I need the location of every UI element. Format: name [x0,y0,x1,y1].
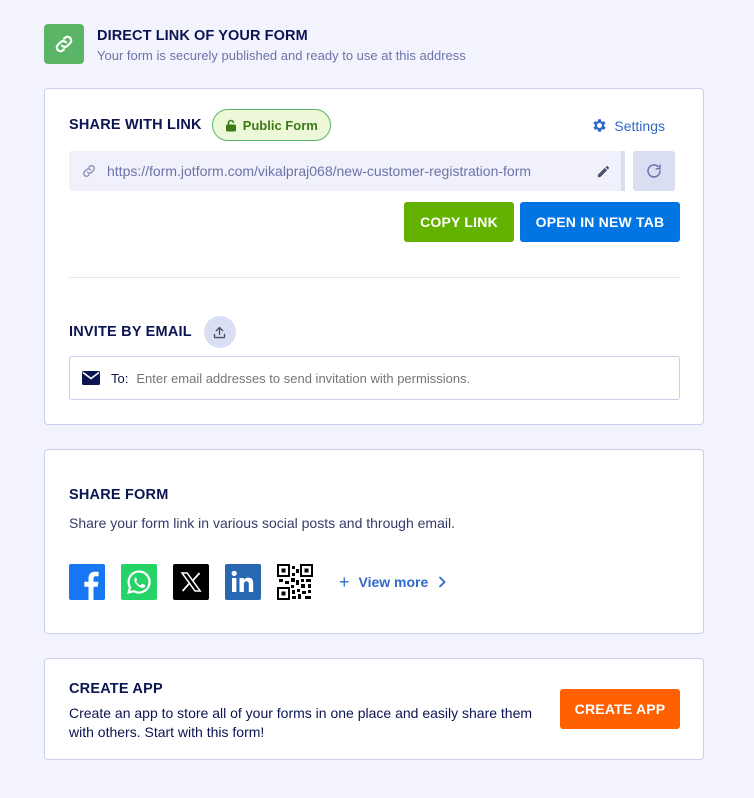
refresh-icon [647,164,661,178]
public-form-badge: Public Form [211,109,331,141]
copy-link-button[interactable]: COPY LINK [404,202,514,242]
share-link-card: SHARE WITH LINK Public Form Settings htt… [44,88,704,425]
pencil-icon [597,165,609,177]
view-more-label: View more [358,574,429,590]
share-form-description: Share your form link in various social p… [69,515,455,531]
gear-icon [593,119,607,132]
create-app-card: CREATE APP Create an app to store all of… [44,658,704,760]
open-new-tab-button[interactable]: OPEN IN NEW TAB [520,202,680,242]
form-url-field[interactable]: https://form.jotform.com/vikalpraj068/ne… [69,151,625,191]
link-icon [44,24,84,64]
to-label: To: [111,370,129,386]
whatsapp-icon[interactable] [121,564,157,600]
page-title: DIRECT LINK OF YOUR FORM [97,28,308,44]
page-subtitle: Your form is securely published and read… [97,48,466,63]
settings-label: Settings [614,117,665,134]
email-input[interactable] [136,370,577,386]
plus-icon: + [339,571,350,592]
x-icon[interactable] [173,564,209,600]
url-row: https://form.jotform.com/vikalpraj068/ne… [69,151,680,191]
divider [69,277,680,278]
form-url[interactable]: https://form.jotform.com/vikalpraj068/ne… [107,163,585,179]
share-form-title: SHARE FORM [69,487,169,503]
edit-url-button[interactable] [585,164,621,179]
create-app-button[interactable]: CREATE APP [560,689,680,729]
facebook-icon[interactable] [69,564,105,600]
chevron-right-icon [439,576,447,588]
lock-icon [225,119,236,131]
create-app-title: CREATE APP [69,681,163,697]
email-field[interactable]: To: [69,356,680,400]
create-app-description: Create an app to store all of your forms… [69,705,533,740]
envelope-icon [82,371,100,385]
link-icon [83,165,95,177]
view-more-button[interactable]: + View more [339,571,447,593]
qr-code-icon[interactable] [277,564,313,600]
share-form-card: SHARE FORM Share your form link in vario… [44,449,704,634]
settings-button[interactable]: Settings [591,117,665,134]
invite-email-title: INVITE BY EMAIL [69,324,192,340]
badge-label: Public Form [242,117,318,133]
page-header: DIRECT LINK OF YOUR FORM Your form is se… [44,24,466,64]
share-link-title: SHARE WITH LINK [69,117,202,133]
linkedin-icon[interactable] [225,564,261,600]
upload-button[interactable] [203,316,236,348]
social-row: + View more [69,564,447,600]
upload-icon [214,326,226,338]
refresh-url-button[interactable] [633,151,675,191]
